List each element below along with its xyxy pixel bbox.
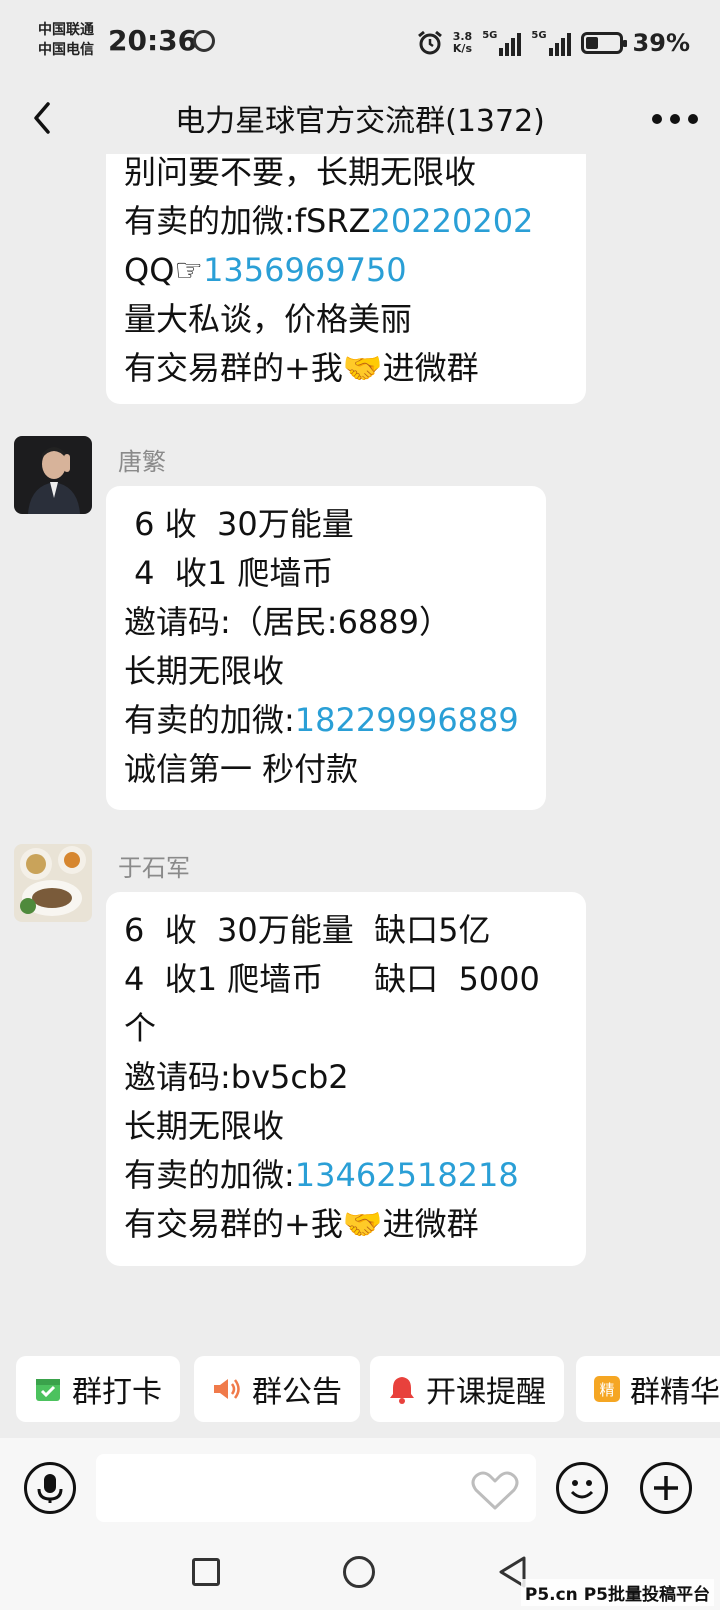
alarm-clock-icon	[417, 30, 442, 55]
more-options-icon[interactable]	[652, 114, 698, 126]
heart-icon[interactable]	[470, 1468, 520, 1512]
message-text: 长期无限收	[124, 652, 285, 690]
message-text: 有卖的加微:	[124, 701, 295, 739]
message-line: 有交易群的+我🤝进微群	[124, 1200, 568, 1249]
message-text: 有交易群的+我🤝进微群	[124, 349, 479, 387]
message-link[interactable]: 1356969750	[203, 251, 407, 289]
avatar[interactable]	[14, 844, 92, 922]
message-text: 邀请码:bv5cb2	[124, 1058, 349, 1096]
chip-label: 群公告	[252, 1375, 342, 1410]
message-text: 有卖的加微:	[124, 1156, 295, 1194]
battery-fill	[585, 37, 599, 49]
message-text: 有卖的加微:fSRZ	[124, 202, 371, 240]
message-text: 4 收1 爬墙币	[124, 554, 334, 592]
message-text: QQ☞	[124, 251, 204, 289]
watermark: P5.cn P5批量投稿平台	[520, 1579, 714, 1606]
system-nav-bar: P5.cn P5批量投稿平台	[0, 1538, 720, 1610]
input-bar	[0, 1438, 720, 1538]
battery-icon	[580, 32, 627, 54]
chip-label: 开课提醒	[426, 1375, 546, 1410]
message-line: 4 收1 爬墙币	[124, 549, 528, 598]
message-text: 有交易群的+我🤝进微群	[124, 1205, 479, 1243]
message-text: 6 收 30万能量 缺口5亿	[124, 911, 491, 949]
chip-class-reminder[interactable]: 开课提醒	[370, 1356, 564, 1422]
net-label-1: 5G	[482, 30, 498, 41]
message-text: 邀请码:（居民:6889）	[124, 603, 452, 641]
message-line: 有卖的加微:fSRZ20220202	[124, 197, 568, 246]
smiley-face-icon	[570, 1480, 594, 1499]
carrier-1: 中国联通	[38, 22, 94, 38]
message-line: 6 收 30万能量 缺口5亿	[124, 906, 568, 955]
add-more-button[interactable]	[640, 1462, 692, 1514]
essence-icon: 精	[594, 1376, 620, 1402]
signal-5g-1-icon: 5G	[482, 30, 522, 56]
message-text: 4 收1 爬墙币 缺口 5000	[124, 960, 540, 998]
network-speed: 3.8 K/s	[453, 31, 473, 55]
message-link[interactable]: 20220202	[371, 202, 534, 240]
status-time: 20:36	[108, 24, 198, 57]
message-link[interactable]: 13462518218	[295, 1156, 519, 1194]
carrier-labels: 中国联通 中国电信	[38, 20, 94, 60]
message-text: 量大私谈，价格美丽	[124, 300, 413, 338]
chip-group-checkin[interactable]: 群打卡	[16, 1356, 180, 1422]
message-line: 长期无限收	[124, 647, 528, 696]
message-line: 个	[124, 1004, 568, 1053]
calendar-check-icon	[36, 1379, 60, 1401]
chip-label: 群精华	[630, 1375, 720, 1410]
message-bubble[interactable]: 6 收 30万能量 缺口5亿 4 收1 爬墙币 缺口 5000 个邀请码:bv5cb…	[106, 892, 586, 1266]
avatar-food-image	[14, 844, 92, 922]
sender-name: 于石军	[118, 854, 190, 882]
message-line: 诚信第一 秒付款	[124, 745, 528, 794]
speaker-icon	[214, 1379, 240, 1399]
signal-5g-2-icon: 5G	[531, 30, 571, 56]
chip-group-essence[interactable]: 精 群精华	[576, 1356, 720, 1422]
message-text: 长期无限收	[124, 1107, 285, 1145]
message-bubble[interactable]: 6 收 30万能量 4 收1 爬墙币邀请码:（居民:6889） 长期无限收有卖的加…	[106, 486, 546, 810]
message-line: 邀请码:（居民:6889）	[124, 598, 528, 647]
message-link[interactable]: 18229996889	[295, 701, 519, 739]
message-line: 有卖的加微:18229996889	[124, 696, 528, 745]
chat-header: 电力星球官方交流群(1372)	[0, 84, 720, 154]
bell-icon	[390, 1377, 414, 1404]
message-text: 别问要不要，长期无限收	[124, 154, 477, 191]
emoji-button[interactable]	[556, 1462, 608, 1514]
speed-unit: K/s	[452, 42, 472, 55]
net-label-2: 5G	[531, 30, 547, 41]
message-line: 4 收1 爬墙币 缺口 5000	[124, 955, 568, 1004]
voice-button[interactable]	[24, 1462, 76, 1514]
avatar-man-suit-image	[14, 436, 92, 514]
message-line: 长期无限收	[124, 1102, 568, 1151]
message-line: 量大私谈，价格美丽	[124, 295, 568, 344]
battery-percent: 39%	[632, 29, 690, 57]
clock-badge-icon	[193, 30, 215, 52]
message-text: 6 收 30万能量	[124, 505, 354, 543]
message-line: 有交易群的+我🤝进微群	[124, 344, 568, 393]
sender-name: 唐繁	[118, 448, 166, 476]
carrier-2: 中国电信	[38, 42, 94, 58]
chip-group-notice[interactable]: 群公告	[194, 1356, 360, 1422]
message-line: 别问要不要，长期无限收	[124, 154, 568, 197]
recent-apps-icon[interactable]	[192, 1558, 220, 1586]
quick-action-bar: 群打卡 群公告 开课提醒 精 群精华	[16, 1356, 720, 1422]
message-text: 个	[124, 1009, 157, 1047]
message-text: 诚信第一 秒付款	[124, 750, 359, 788]
message-line: 邀请码:bv5cb2	[124, 1053, 568, 1102]
avatar[interactable]	[14, 436, 92, 514]
status-icons: 3.8 K/s 5G 5G 39%	[417, 26, 690, 60]
microphone-icon	[37, 1474, 63, 1503]
chat-title: 电力星球官方交流群(1372)	[175, 104, 545, 139]
message-line: 有卖的加微:13462518218	[124, 1151, 568, 1200]
plus-icon	[654, 1476, 678, 1500]
message-line: QQ☞1356969750	[124, 246, 568, 295]
message-line: 6 收 30万能量	[124, 500, 528, 549]
chip-label: 群打卡	[72, 1375, 162, 1410]
home-icon[interactable]	[343, 1556, 375, 1588]
status-bar: 中国联通 中国电信 20:36 3.8 K/s 5G 5G 39%	[0, 0, 720, 84]
message-bubble[interactable]: 别问要不要，长期无限收 有卖的加微:fSRZ20220202 QQ☞13569697…	[106, 154, 586, 404]
message-list[interactable]: 别问要不要，长期无限收 有卖的加微:fSRZ20220202 QQ☞13569697…	[0, 154, 720, 1344]
